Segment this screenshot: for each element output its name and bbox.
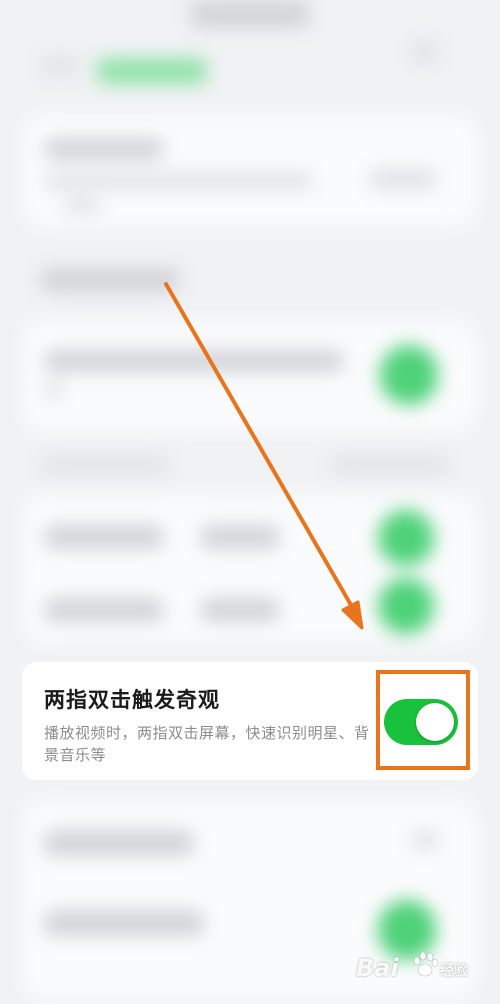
watermark-brand-left: Bai <box>356 954 399 982</box>
highlight-box <box>376 670 470 770</box>
setting-description: 播放视频时，两指双击屏幕，快速识别明星、背景音乐等 <box>44 724 370 764</box>
blurred-background <box>0 0 500 1004</box>
setting-title: 两指双击触发奇观 <box>44 688 220 712</box>
watermark-brand-right: 经验 <box>440 963 468 979</box>
watermark: Bai 经验 <box>354 944 494 1000</box>
paw-icon <box>413 951 439 977</box>
